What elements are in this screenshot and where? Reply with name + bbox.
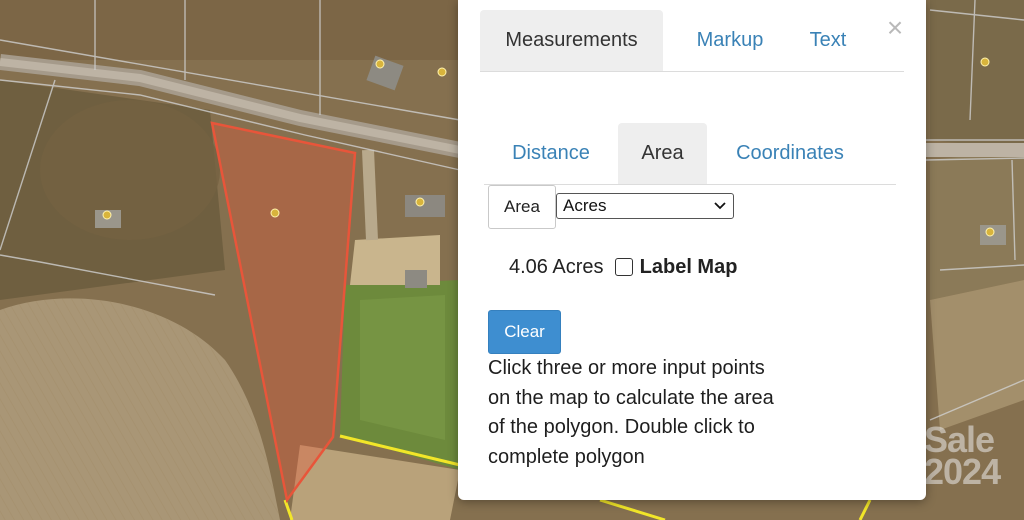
- clear-button[interactable]: Clear: [488, 310, 561, 354]
- tab-markup[interactable]: Markup: [680, 10, 780, 71]
- area-result-row: 4.06 Acres Label Map: [509, 254, 737, 280]
- measurement-panel: × Measurements Markup Text Distance Area…: [458, 0, 926, 500]
- house: [405, 270, 427, 288]
- instructions-text: Click three or more input points on the …: [488, 357, 774, 468]
- area-label-box: Area: [488, 185, 556, 229]
- tab-distance[interactable]: Distance: [492, 123, 610, 184]
- tab-area[interactable]: Area: [618, 123, 707, 184]
- tool-tabs: Measurements Markup Text: [480, 10, 904, 72]
- house: [405, 195, 445, 217]
- area-result-value: 4.06 Acres: [509, 256, 604, 278]
- label-map-checkbox[interactable]: [615, 258, 634, 276]
- units-selected-value: Acres: [563, 196, 607, 215]
- chevron-down-icon: [714, 202, 726, 210]
- tab-text[interactable]: Text: [798, 10, 858, 71]
- tab-measurements[interactable]: Measurements: [480, 10, 663, 71]
- tab-coordinates[interactable]: Coordinates: [722, 123, 858, 184]
- measure-type-tabs: Distance Area Coordinates: [484, 123, 896, 185]
- label-map-text[interactable]: Label Map: [640, 256, 738, 278]
- units-select[interactable]: Acres: [556, 193, 734, 219]
